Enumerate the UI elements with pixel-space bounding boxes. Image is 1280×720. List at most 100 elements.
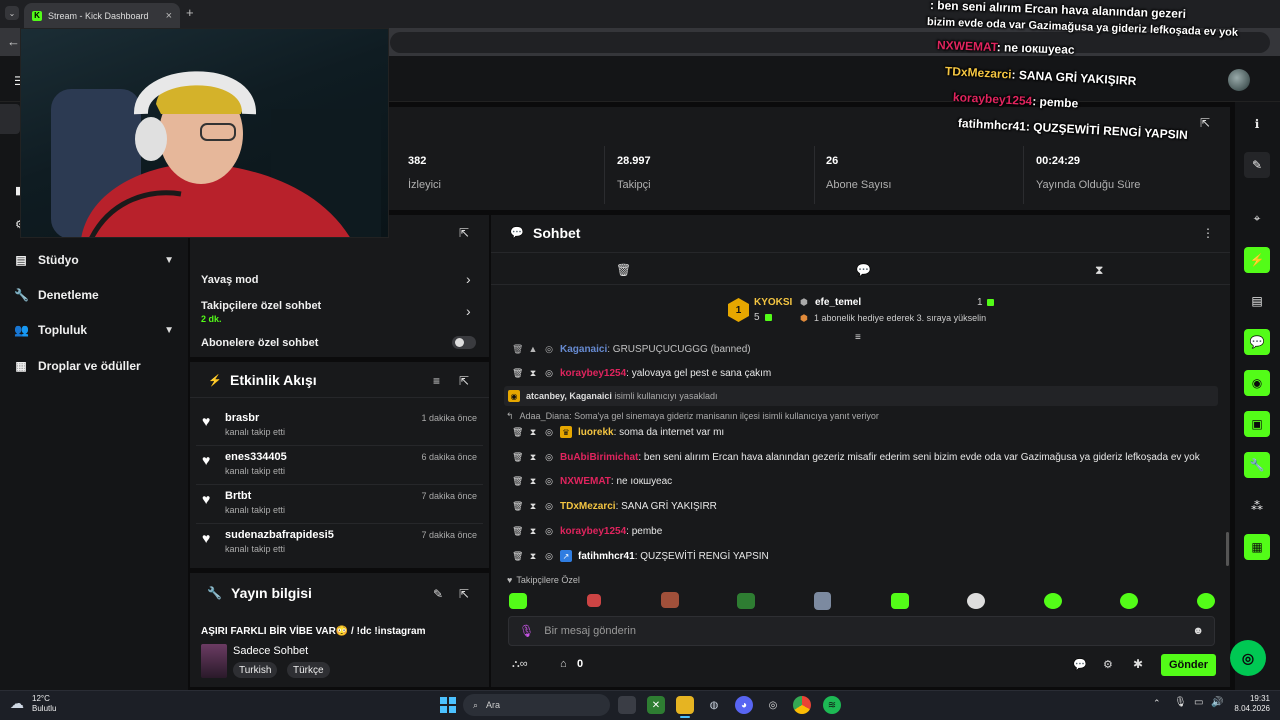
trash-icon[interactable]: 🗑: [512, 368, 523, 379]
tab-list-button[interactable]: ⌄: [5, 6, 19, 20]
trash-icon[interactable]: 🗑: [512, 427, 523, 438]
hourglass-icon[interactable]: ⧗: [528, 551, 538, 562]
trash-icon[interactable]: 🗑: [616, 263, 631, 277]
display-icon[interactable]: ▭: [1194, 697, 1203, 708]
windows-start-icon[interactable]: [439, 696, 457, 714]
category-thumbnail: [201, 644, 227, 678]
stat-label: Yayında Olduğu Süre: [1036, 179, 1141, 191]
chat-input[interactable]: 🎙 Bir mesaj gönderin ☻: [508, 616, 1215, 646]
shield-icon[interactable]: ◎: [544, 427, 554, 438]
emote[interactable]: [661, 592, 679, 608]
document-icon[interactable]: ▤: [1244, 288, 1270, 314]
chat-username[interactable]: NXWEMAT: [560, 476, 611, 487]
chat-username[interactable]: BuAbiBirimichat: [560, 452, 638, 463]
overlay-icon[interactable]: ▣: [1244, 411, 1270, 437]
hourglass-icon[interactable]: ⧗: [528, 476, 538, 487]
trash-icon[interactable]: 🗑: [512, 476, 523, 487]
hourglass-icon[interactable]: ⧗: [1095, 263, 1103, 278]
more-options-icon[interactable]: ⋮: [1202, 226, 1214, 240]
xbox-icon[interactable]: ✕: [647, 696, 665, 714]
weather-widget[interactable]: 12°C Bulutlu: [32, 694, 56, 714]
chat-bubble-icon[interactable]: 💬: [1073, 658, 1087, 671]
infinity-icon[interactable]: ⛬∞: [512, 658, 528, 671]
taskbar-search[interactable]: ⌕ Ara: [463, 694, 610, 716]
subs-only-toggle[interactable]: [452, 336, 476, 349]
gear-icon[interactable]: ⚙: [1103, 658, 1113, 671]
expand-icon[interactable]: ≡: [855, 332, 861, 343]
microphone-icon[interactable]: 🎙: [1174, 697, 1187, 708]
emote[interactable]: [814, 592, 831, 610]
send-button[interactable]: Gönder: [1161, 654, 1216, 676]
followers-only-chevron-icon[interactable]: ›: [466, 303, 471, 319]
shield-icon[interactable]: ◎: [544, 476, 554, 487]
chat-mode-icon[interactable]: 💬: [856, 263, 871, 277]
discord-icon[interactable]: ◕: [735, 696, 753, 714]
shield-icon[interactable]: ◎: [544, 368, 554, 379]
steam-icon[interactable]: ◍: [705, 696, 723, 714]
sidebar-item-studio[interactable]: ▤ Stüdyo ▼: [14, 250, 174, 270]
chat-username[interactable]: Kaganaici: [560, 344, 607, 355]
shield-icon[interactable]: ◎: [544, 551, 554, 562]
popout-icon[interactable]: ⇱: [459, 226, 469, 240]
popout-icon[interactable]: ⇱: [459, 374, 469, 388]
sidebar-item-moderation[interactable]: 🔧 Denetleme: [14, 285, 174, 305]
emote[interactable]: [1120, 593, 1138, 609]
browser-tab[interactable]: K Stream - Kick Dashboard ×: [24, 3, 180, 28]
trash-icon[interactable]: 🗑: [512, 526, 523, 537]
task-view-icon[interactable]: [618, 696, 636, 714]
help-button[interactable]: ◎: [1230, 640, 1266, 676]
chat-username[interactable]: TDxMezarci: [560, 501, 616, 512]
hourglass-icon[interactable]: ⧗: [528, 368, 538, 379]
chat-username[interactable]: koraybey1254: [560, 526, 626, 537]
chrome-icon[interactable]: [793, 696, 811, 714]
shield-icon[interactable]: ◎: [544, 452, 554, 463]
chat-username[interactable]: luorekk: [578, 427, 614, 438]
emote[interactable]: [587, 594, 601, 607]
app-icon[interactable]: ◎: [764, 696, 782, 714]
emote[interactable]: [1044, 593, 1062, 609]
hourglass-icon[interactable]: ⧗: [528, 526, 538, 537]
game-icon[interactable]: ▦: [1244, 534, 1270, 560]
trash-icon[interactable]: 🗑: [512, 501, 523, 512]
microphone-icon[interactable]: 🎙: [519, 624, 534, 638]
arrow-up-icon[interactable]: ▲: [528, 344, 538, 354]
hourglass-icon[interactable]: ⧗: [528, 452, 538, 463]
edit-icon[interactable]: ✎: [433, 587, 443, 601]
spotify-icon[interactable]: ≋: [823, 696, 841, 714]
sidebar-item-community[interactable]: 👥 Topluluk ▼: [14, 320, 174, 340]
shield-icon[interactable]: ◎: [544, 501, 554, 512]
camera-icon[interactable]: ⌖: [1244, 205, 1270, 231]
chat-username[interactable]: koraybey1254: [560, 368, 626, 379]
lightning-icon[interactable]: ⚡: [1244, 247, 1270, 273]
wrench-icon[interactable]: 🔧: [1244, 452, 1270, 478]
emote[interactable]: [967, 593, 985, 609]
chat-icon[interactable]: 💬: [1244, 329, 1270, 355]
tray-chevron-icon[interactable]: ⌃: [1153, 698, 1161, 709]
store-icon[interactable]: ⌂: [560, 658, 567, 670]
shield-icon[interactable]: ◎: [544, 526, 554, 537]
sidebar-item-drops[interactable]: ▦ Droplar ve ödüller: [14, 356, 174, 376]
clock[interactable]: 19:31 8.04.2026: [1222, 694, 1270, 714]
tab-close-icon[interactable]: ×: [166, 10, 172, 22]
hourglass-icon[interactable]: ⧗: [528, 501, 538, 512]
hourglass-icon[interactable]: ⧗: [528, 427, 538, 438]
chat-scrollbar[interactable]: [1226, 532, 1229, 566]
filter-icon[interactable]: ≡: [433, 374, 440, 388]
emote-picker-icon[interactable]: ✱: [1133, 657, 1143, 671]
emote[interactable]: [1197, 593, 1215, 609]
community-icon[interactable]: ⁂: [1244, 493, 1270, 519]
file-explorer-icon[interactable]: [676, 696, 694, 714]
back-arrow-icon[interactable]: ←: [7, 34, 20, 49]
new-tab-button[interactable]: +: [186, 5, 194, 20]
emote[interactable]: [737, 593, 755, 609]
emoji-icon[interactable]: ☻: [1192, 625, 1204, 637]
trash-icon[interactable]: 🗑: [512, 452, 523, 463]
emote[interactable]: [509, 593, 527, 609]
broadcast-icon[interactable]: ◉: [1244, 370, 1270, 396]
trash-icon[interactable]: 🗑: [512, 551, 523, 562]
trash-icon[interactable]: 🗑: [512, 344, 523, 355]
slow-mode-chevron-icon[interactable]: ›: [466, 271, 471, 287]
chat-username[interactable]: fatihmhcr41: [578, 551, 635, 562]
popout-icon[interactable]: ⇱: [459, 587, 469, 601]
emote[interactable]: [891, 593, 909, 609]
